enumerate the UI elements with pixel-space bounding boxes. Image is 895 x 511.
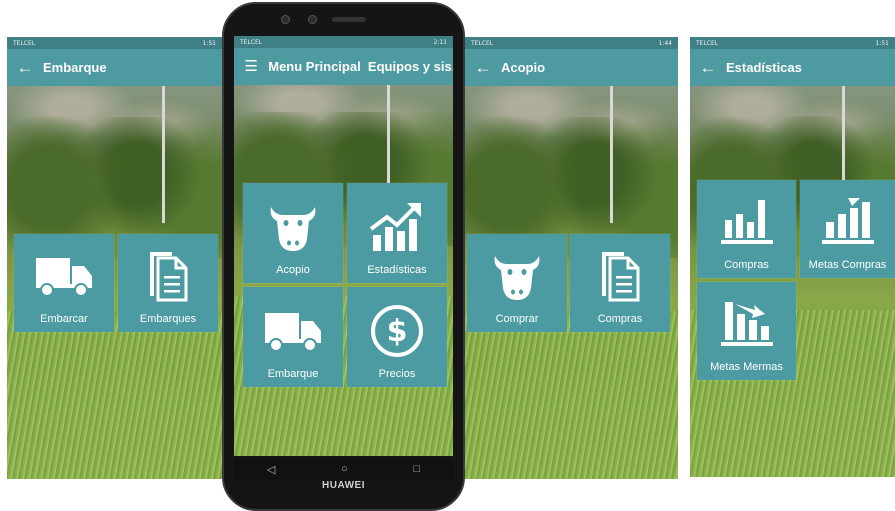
status-bar: TELCEL 1:51 [7, 37, 222, 49]
carrier-label: TELCEL [696, 39, 719, 47]
documents-icon [602, 252, 640, 302]
home-nav-icon[interactable]: ○ [341, 463, 348, 475]
precios-tile[interactable]: $ Precios [347, 287, 447, 387]
embarcar-label: Embarcar [40, 313, 88, 325]
compras-tile[interactable]: Compras [570, 234, 670, 332]
clock: 1:51 [875, 39, 889, 47]
page-title: Menu Principal Equipos y sis... [268, 59, 453, 74]
page-title: Estadísticas [726, 60, 802, 75]
status-bar: TELCEL 1:44 [465, 37, 678, 49]
front-camera-icon [281, 15, 290, 24]
phone-brand-logo: HUAWEI [322, 480, 365, 491]
page-title: Acopio [501, 60, 546, 75]
truck-icon [265, 313, 321, 352]
sensor-icon [308, 15, 317, 24]
metas-compras-tile[interactable]: Metas Compras [800, 180, 895, 278]
embarques-label: Embarques [139, 313, 197, 325]
embarque-screen: TELCEL 1:51 ← Embarque Embarcar Embarque… [7, 37, 222, 479]
status-bar: TELCEL 1:51 [690, 37, 895, 49]
acopio-tile[interactable]: Acopio [243, 183, 343, 283]
acopio-label: Acopio [276, 264, 310, 276]
documents-icon [150, 252, 188, 302]
status-bar: TELCEL 2:11 [234, 36, 453, 48]
estadisticas-tile[interactable]: Estadísticas [347, 183, 447, 283]
back-arrow-icon[interactable]: ← [465, 49, 501, 86]
embarque-label: Embarque [267, 368, 319, 380]
metas-compras-label: Metas Compras [808, 259, 887, 271]
carrier-label: TELCEL [471, 39, 494, 47]
back-arrow-icon[interactable]: ← [7, 49, 43, 86]
menu-principal-screen: TELCEL 2:11 ☰ Menu Principal Equipos y s… [234, 36, 453, 456]
embarque-tile[interactable]: Embarque [243, 287, 343, 387]
acopio-screen: TELCEL 1:44 ← Acopio Comprar Compras [465, 37, 678, 479]
embarques-tile[interactable]: Embarques [118, 234, 218, 332]
android-nav-bar: ◁ ○ □ [234, 458, 453, 480]
embarcar-tile[interactable]: Embarcar [14, 234, 114, 332]
carrier-label: TELCEL [240, 38, 263, 46]
compras-label: Compras [597, 313, 643, 325]
app-bar: ☰ Menu Principal Equipos y sis... [234, 48, 453, 85]
carrier-label: TELCEL [13, 39, 36, 47]
truck-icon [36, 258, 92, 297]
earpiece-speaker [332, 17, 366, 22]
app-bar: ← Estadísticas [690, 49, 895, 86]
recents-nav-icon[interactable]: □ [413, 463, 420, 475]
dollar-coin-icon: $ [371, 305, 423, 357]
metas-mermas-tile[interactable]: Metas Mermas [697, 282, 796, 380]
bar-chart-up-icon [822, 198, 874, 244]
clock: 1:44 [658, 39, 672, 47]
bar-chart-down-icon [721, 302, 773, 346]
compras-stats-label: Compras [724, 259, 769, 271]
clock: 1:51 [202, 39, 216, 47]
metas-mermas-label: Metas Mermas [710, 361, 783, 373]
comprar-label: Comprar [495, 313, 539, 325]
page-title: Embarque [43, 60, 107, 75]
bar-chart-icon [721, 200, 773, 244]
comprar-tile[interactable]: Comprar [467, 234, 567, 332]
hamburger-menu-icon[interactable]: ☰ [234, 48, 268, 85]
cow-icon [494, 256, 540, 300]
clock: 2:11 [433, 38, 447, 46]
estadisticas-label: Estadísticas [367, 264, 427, 276]
compras-stats-tile[interactable]: Compras [697, 180, 796, 278]
back-nav-icon[interactable]: ◁ [267, 463, 275, 476]
estadisticas-screen: TELCEL 1:51 ← Estadísticas Compras Metas… [690, 37, 895, 477]
back-arrow-icon[interactable]: ← [690, 49, 726, 86]
precios-label: Precios [378, 368, 416, 380]
svg-text:$: $ [387, 314, 408, 349]
app-bar: ← Acopio [465, 49, 678, 86]
app-bar: ← Embarque [7, 49, 222, 86]
cow-icon [270, 207, 316, 251]
growth-chart-icon [369, 203, 421, 251]
